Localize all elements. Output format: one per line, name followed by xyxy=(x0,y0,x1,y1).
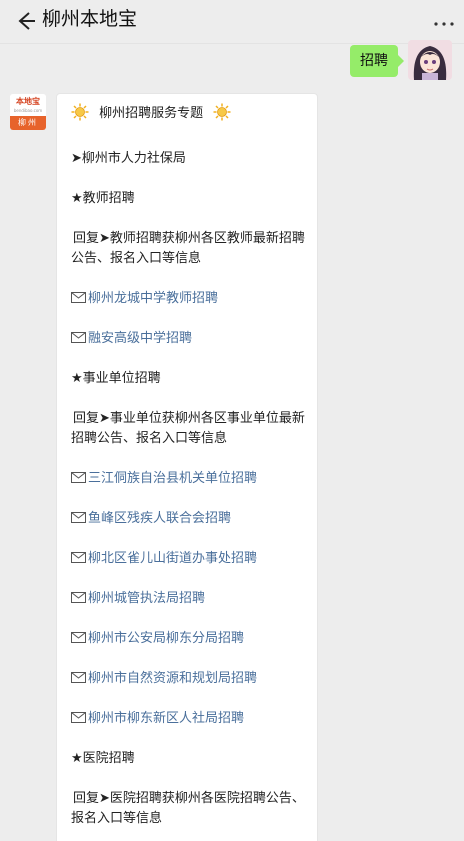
public-link-6-label: 柳州市自然资源和规划局招聘 xyxy=(88,671,258,686)
reply-public-text: 回复➤事业单位获柳州各区事业单位最新招聘公告、报名入口等信息 xyxy=(71,409,311,449)
star-icon: ★ xyxy=(71,371,83,386)
public-link-2-label: 鱼峰区残疾人联合会招聘 xyxy=(88,511,232,526)
envelope-icon xyxy=(71,552,86,563)
section-teacher: ★教师招聘 xyxy=(71,189,311,209)
public-link-7[interactable]: 柳州市柳东新区人社局招聘 xyxy=(71,709,311,729)
avatar-city: 柳州 xyxy=(10,116,46,130)
anime-girl-avatar-icon xyxy=(408,40,452,80)
envelope-icon xyxy=(71,592,86,603)
labor-bureau-line[interactable]: ➤柳州市人力社保局 xyxy=(71,149,311,169)
top-bar: 柳州本地宝 xyxy=(0,0,464,44)
star-icon: ★ xyxy=(71,191,83,206)
user-avatar[interactable] xyxy=(408,40,452,80)
reply-public-label: 回复➤事业单位获柳州各区事业单位最新招聘公告、报名入口等信息 xyxy=(71,411,305,446)
reply-hospital-label: 回复➤医院招聘获柳州各医院招聘公告、报名入口等信息 xyxy=(71,791,305,826)
section-teacher-label: 教师招聘 xyxy=(82,191,135,206)
envelope-icon xyxy=(71,712,86,723)
teacher-link-1[interactable]: 柳州龙城中学教师招聘 xyxy=(71,289,311,309)
public-link-3[interactable]: 柳北区雀儿山街道办事处招聘 xyxy=(71,549,311,569)
envelope-icon xyxy=(71,472,86,483)
section-hospital: ★医院招聘 xyxy=(71,749,311,769)
public-link-5-label: 柳州市公安局柳东分局招聘 xyxy=(88,631,245,646)
labor-bureau-label: 柳州市人力社保局 xyxy=(81,151,186,166)
public-link-5[interactable]: 柳州市公安局柳东分局招聘 xyxy=(71,629,311,649)
section-hospital-label: 医院招聘 xyxy=(82,751,135,766)
public-link-6[interactable]: 柳州市自然资源和规划局招聘 xyxy=(71,669,311,689)
topic-heading: 柳州招聘服务专题 xyxy=(71,103,311,124)
envelope-icon xyxy=(71,292,86,303)
envelope-icon xyxy=(71,512,86,523)
bot-message-card: 柳州招聘服务专题 ➤柳州市人力社保局 ★教师招聘 回复➤教师招聘获柳州各区教师最… xyxy=(56,93,318,841)
teacher-link-2[interactable]: 融安高级中学招聘 xyxy=(71,329,311,349)
bendibao-avatar[interactable]: 本地宝 bendibao.com 柳州 xyxy=(10,94,46,130)
sun-icon xyxy=(213,103,231,121)
envelope-icon xyxy=(71,672,86,683)
reply-teacher-text: 回复➤教师招聘获柳州各区教师最新招聘公告、报名入口等信息 xyxy=(71,229,311,269)
section-public-label: 事业单位招聘 xyxy=(82,371,161,386)
topic-title: 柳州招聘服务专题 xyxy=(99,106,204,121)
envelope-icon xyxy=(71,632,86,643)
public-link-2[interactable]: 鱼峰区残疾人联合会招聘 xyxy=(71,509,311,529)
star-icon: ★ xyxy=(71,751,83,766)
section-public: ★事业单位招聘 xyxy=(71,369,311,389)
page-title: 柳州本地宝 xyxy=(42,8,138,30)
teacher-link-2-label: 融安高级中学招聘 xyxy=(88,331,193,346)
reply-hospital-text: 回复➤医院招聘获柳州各医院招聘公告、报名入口等信息 xyxy=(71,789,311,829)
avatar-logo-area: 本地宝 bendibao.com xyxy=(10,94,46,116)
envelope-icon xyxy=(71,332,86,343)
arrow-left-icon[interactable] xyxy=(10,6,40,36)
public-link-7-label: 柳州市柳东新区人社局招聘 xyxy=(88,711,245,726)
public-link-4-label: 柳州城管执法局招聘 xyxy=(88,591,206,606)
public-link-1-label: 三江侗族自治县机关单位招聘 xyxy=(88,471,258,486)
teacher-link-1-label: 柳州龙城中学教师招聘 xyxy=(88,291,219,306)
avatar-brand: 本地宝 xyxy=(16,97,40,106)
avatar-site: bendibao.com xyxy=(13,108,43,113)
ellipsis-icon[interactable] xyxy=(432,10,456,34)
reply-teacher-label: 回复➤教师招聘获柳州各区教师最新招聘公告、报名入口等信息 xyxy=(71,231,305,266)
public-link-1[interactable]: 三江侗族自治县机关单位招聘 xyxy=(71,469,311,489)
public-link-4[interactable]: 柳州城管执法局招聘 xyxy=(71,589,311,609)
sun-icon xyxy=(71,103,89,121)
my-message-bubble[interactable]: 招聘 xyxy=(350,45,404,77)
public-link-3-label: 柳北区雀儿山街道办事处招聘 xyxy=(88,551,258,566)
arrowhead-icon: ➤ xyxy=(71,151,82,166)
